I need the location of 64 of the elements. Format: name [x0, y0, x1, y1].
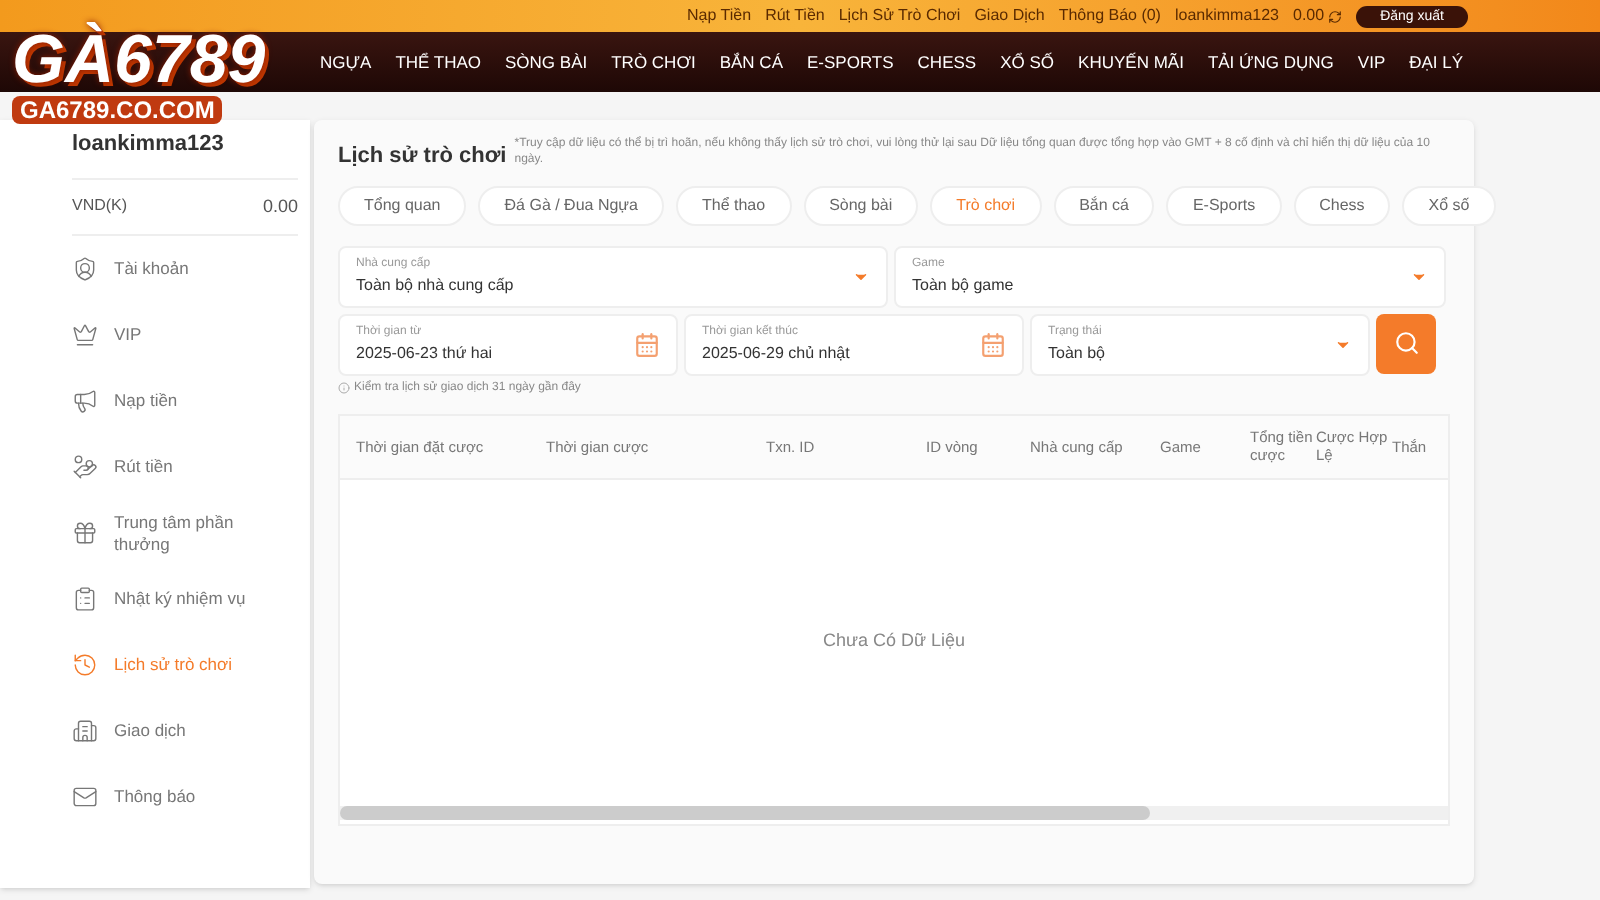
top-link[interactable]: Nạp Tiền — [687, 4, 752, 28]
menu-icon — [72, 454, 98, 480]
sidebar-item[interactable]: VIP — [72, 302, 298, 368]
empty-message: Chưa Có Dữ Liệu — [822, 628, 966, 655]
menu-icon — [72, 520, 98, 546]
menu-icon — [72, 784, 98, 810]
page-title: Lịch sử trò chơi — [338, 142, 507, 172]
balance: 0.00 — [262, 193, 298, 219]
scrollbar-thumb[interactable] — [340, 805, 1150, 819]
menu-icon — [72, 388, 98, 414]
info-icon — [338, 382, 350, 394]
field-value: Toàn bộ — [1048, 341, 1107, 365]
nav-link[interactable]: NGỰA — [320, 49, 372, 75]
tab[interactable]: Thể thao — [675, 185, 792, 225]
field-value: Toàn bộ game — [912, 273, 1016, 297]
nav-link[interactable]: SÒNG BÀI — [505, 49, 588, 75]
calendar-icon — [980, 331, 1006, 357]
sidebar-item[interactable]: Trung tâm phần thưởng — [72, 500, 298, 566]
sidebar-item[interactable]: Rút tiền — [72, 434, 298, 500]
menu-icon — [72, 586, 98, 612]
nav-link[interactable]: E-SPORTS — [807, 49, 894, 75]
top-link[interactable]: Thông Báo (0) — [1058, 4, 1161, 28]
logo-text: GÀ6789 — [12, 24, 266, 96]
sidebar-item[interactable]: Nhật ký nhiệm vụ — [72, 566, 298, 632]
tab[interactable]: Tổng quan — [338, 185, 467, 225]
tab[interactable]: Xổ số — [1402, 185, 1496, 225]
search-button[interactable] — [1376, 313, 1436, 373]
sidebar-item[interactable]: Thông báo — [72, 764, 298, 830]
top-link[interactable]: 0.00 — [1293, 4, 1325, 28]
sidebar-item[interactable]: Tài khoản — [72, 236, 298, 302]
sidebar-item[interactable]: Giao dịch — [72, 698, 298, 764]
nav-link[interactable]: VIP — [1357, 49, 1386, 75]
top-link[interactable]: Lịch Sử Trò Chơi — [838, 4, 961, 28]
field-value: Toàn bộ nhà cung cấp — [356, 273, 516, 297]
nav-link[interactable]: THỂ THAO — [395, 49, 482, 75]
calendar-icon — [634, 331, 660, 357]
menu-icon — [72, 322, 98, 348]
top-link[interactable]: Giao Dịch — [974, 4, 1045, 28]
currency-label: VND(K) — [72, 193, 128, 218]
menu-icon — [72, 652, 98, 678]
logo-domain: GA6789.CO.COM — [12, 96, 223, 124]
nav-link[interactable]: ĐẠI LÝ — [1409, 49, 1464, 75]
nav-link[interactable]: BẮN CÁ — [719, 49, 783, 75]
nav-link[interactable]: CHESS — [917, 49, 977, 75]
sidebar-item[interactable]: Nạp tiền — [72, 368, 298, 434]
tab[interactable]: Bắn cá — [1053, 185, 1155, 225]
nav-link[interactable]: TRÒ CHƠI — [611, 49, 696, 75]
nav-link[interactable]: TẢI ỨNG DỤNG — [1207, 49, 1334, 75]
menu-icon — [72, 718, 98, 744]
tab[interactable]: Sòng bài — [803, 185, 919, 225]
tab[interactable]: Chess — [1293, 185, 1391, 225]
tab[interactable]: E-Sports — [1166, 185, 1282, 225]
nav-link[interactable]: XỔ SỐ — [1000, 49, 1055, 75]
top-link[interactable]: loankimma123 — [1174, 4, 1279, 28]
refresh-icon[interactable] — [1328, 9, 1343, 23]
search-icon — [1393, 330, 1419, 356]
username: loankimma123 — [72, 120, 298, 179]
tab[interactable]: Đá Gà / Đua Ngựa — [478, 185, 664, 225]
logo[interactable]: GÀ6789 GA6789.CO.COM — [12, 24, 266, 124]
field-value: 2025-06-29 chủ nhật — [702, 341, 852, 365]
top-link[interactable]: Rút Tiền — [765, 4, 825, 28]
menu-icon — [72, 256, 98, 282]
field-value: 2025-06-23 thứ hai — [356, 341, 495, 365]
nav-link[interactable]: KHUYẾN MÃI — [1078, 49, 1184, 75]
